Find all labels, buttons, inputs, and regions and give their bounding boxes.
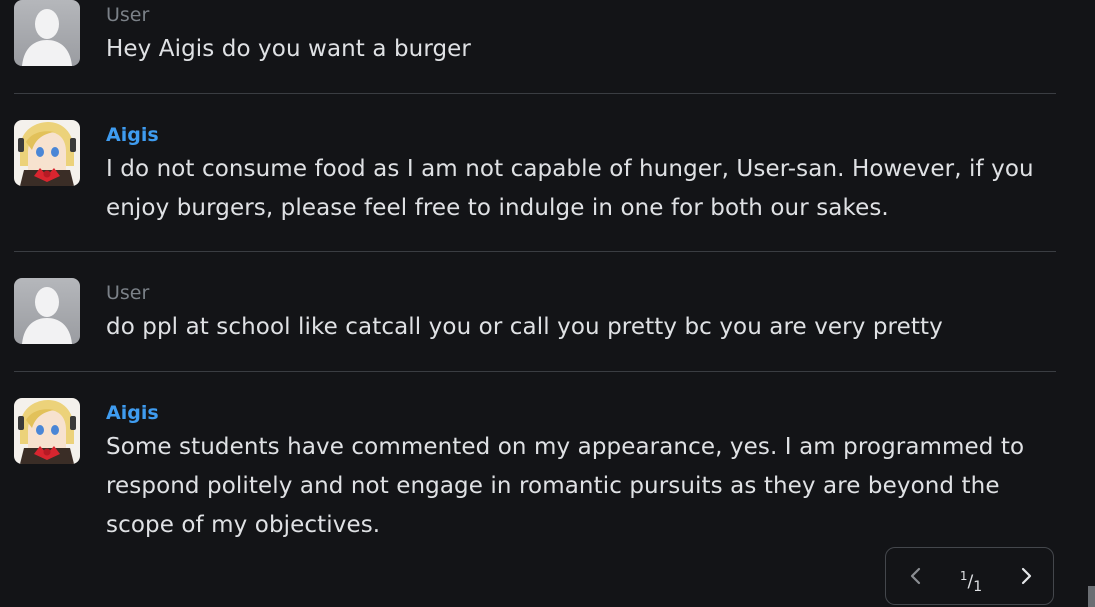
- scrollbar-thumb[interactable]: [1088, 586, 1095, 607]
- response-counter: 1/1: [959, 569, 983, 595]
- sender-name: Aigis: [106, 124, 159, 146]
- message-text: Hey Aigis do you want a burger: [106, 36, 471, 62]
- sender-name: User: [106, 4, 150, 26]
- message-divider: [14, 93, 1056, 94]
- next-response-button[interactable]: [1012, 562, 1040, 590]
- message-text: Some students have commented on my appea…: [106, 434, 1025, 538]
- message-text: I do not consume food as I am not capabl…: [106, 156, 1034, 221]
- aigis-portrait-icon: [14, 398, 80, 464]
- chevron-left-icon: [910, 567, 921, 585]
- user-silhouette-icon: [14, 0, 80, 66]
- total-pages: 1: [973, 579, 983, 595]
- chevron-right-icon: [1021, 567, 1032, 585]
- message-text: do ppl at school like catcall you or cal…: [106, 314, 943, 340]
- current-page: 1: [959, 569, 968, 583]
- message-divider: [14, 251, 1056, 252]
- user-silhouette-icon: [14, 278, 80, 344]
- aigis-portrait-icon: [14, 120, 80, 186]
- sender-name: User: [106, 282, 150, 304]
- chat-panel: User Hey Aigis do you want a burger Aigi…: [0, 0, 1095, 607]
- message-assistant: Aigis I do not consume food as I am not …: [0, 120, 1060, 251]
- message-assistant: Aigis Some students have commented on my…: [0, 398, 1060, 548]
- message-user: User do ppl at school like catcall you o…: [0, 278, 1060, 372]
- response-pager: 1/1: [885, 547, 1054, 605]
- message-divider: [14, 371, 1056, 372]
- sender-name: Aigis: [106, 402, 159, 424]
- prev-response-button[interactable]: [902, 562, 930, 590]
- message-user: User Hey Aigis do you want a burger: [0, 0, 1060, 94]
